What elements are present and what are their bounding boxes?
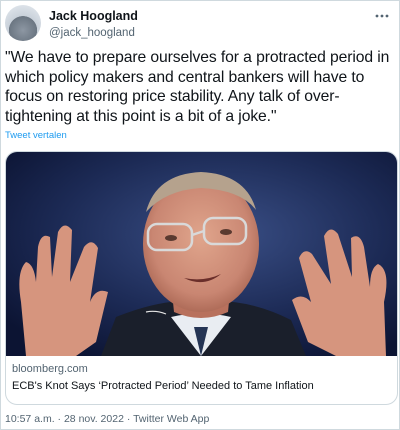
tweet-meta: 10:57 a.m. · 28 nov. 2022 · Twitter Web … — [5, 413, 209, 425]
link-preview-card[interactable]: bloomberg.com ECB's Knot Says ‘Protracte… — [5, 151, 398, 405]
tweet-source: Twitter Web App — [133, 413, 210, 425]
tweet-date[interactable]: 28 nov. 2022 — [64, 413, 124, 425]
link-domain: bloomberg.com — [12, 363, 88, 375]
more-icon[interactable] — [373, 7, 391, 25]
author-handle[interactable]: @jack_hoogland — [49, 27, 135, 39]
tweet-header: Jack Hoogland @jack_hoogland — [5, 5, 395, 45]
translate-link[interactable]: Tweet vertalen — [5, 130, 67, 141]
tweet-text: "We have to prepare ourselves for a prot… — [5, 49, 390, 125]
meta-separator: · — [123, 413, 134, 425]
meta-separator: · — [54, 413, 64, 425]
tweet-time[interactable]: 10:57 a.m. — [5, 413, 55, 425]
link-title: ECB's Knot Says ‘Protracted Period’ Need… — [12, 380, 314, 392]
article-photo — [6, 152, 397, 356]
author-name[interactable]: Jack Hoogland — [49, 9, 138, 23]
avatar[interactable] — [5, 5, 41, 41]
tweet-card: Jack Hoogland @jack_hoogland "We have to… — [0, 0, 400, 430]
